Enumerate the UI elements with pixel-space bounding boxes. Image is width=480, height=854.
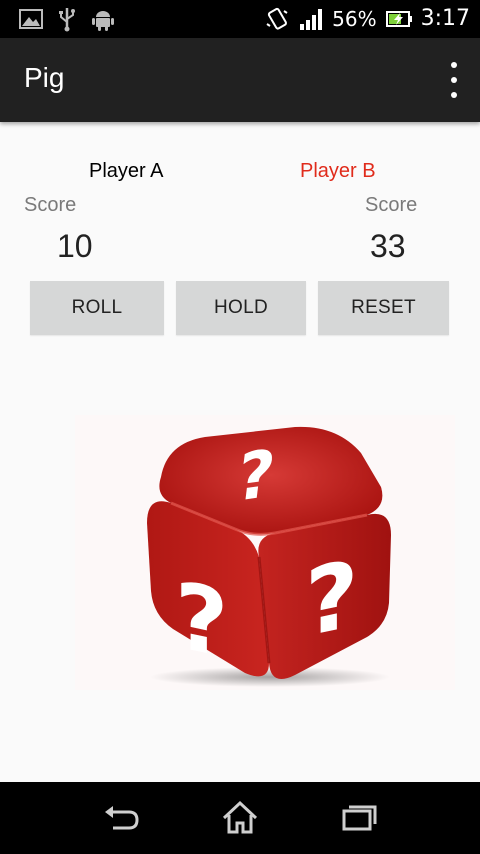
signal-icon [300,9,323,30]
battery-charging-icon [385,11,412,27]
player-a-name: Player A [89,160,164,182]
svg-text:?: ? [175,561,228,679]
vibrate-icon [266,7,288,30]
dice-image[interactable]: ? ? ? [75,415,455,690]
hold-button[interactable]: HOLD [176,281,306,335]
status-bar: 56% 3:17 [0,0,480,38]
player-b-score: 33 [370,228,406,264]
player-b-name: Player B [300,160,376,182]
battery-percent: 56% [332,7,377,31]
gallery-icon [19,9,43,29]
action-bar: Pig [0,38,480,122]
navigation-bar [0,782,480,854]
player-a-score: 10 [57,228,93,264]
question-dice-icon: ? ? ? [147,426,391,687]
android-icon [92,11,114,31]
clock: 3:17 [420,6,470,31]
back-icon[interactable] [101,798,141,838]
player-b-score-label: Score [365,194,418,216]
usb-icon [59,8,75,32]
roll-button[interactable]: ROLL [30,281,164,335]
recent-apps-icon[interactable] [340,798,380,838]
home-icon[interactable] [220,798,260,838]
svg-text:?: ? [305,540,358,658]
reset-button[interactable]: RESET [318,281,449,335]
player-a-score-label: Score [24,194,77,216]
app-title: Pig [24,62,65,93]
overflow-menu-icon[interactable] [442,62,466,98]
